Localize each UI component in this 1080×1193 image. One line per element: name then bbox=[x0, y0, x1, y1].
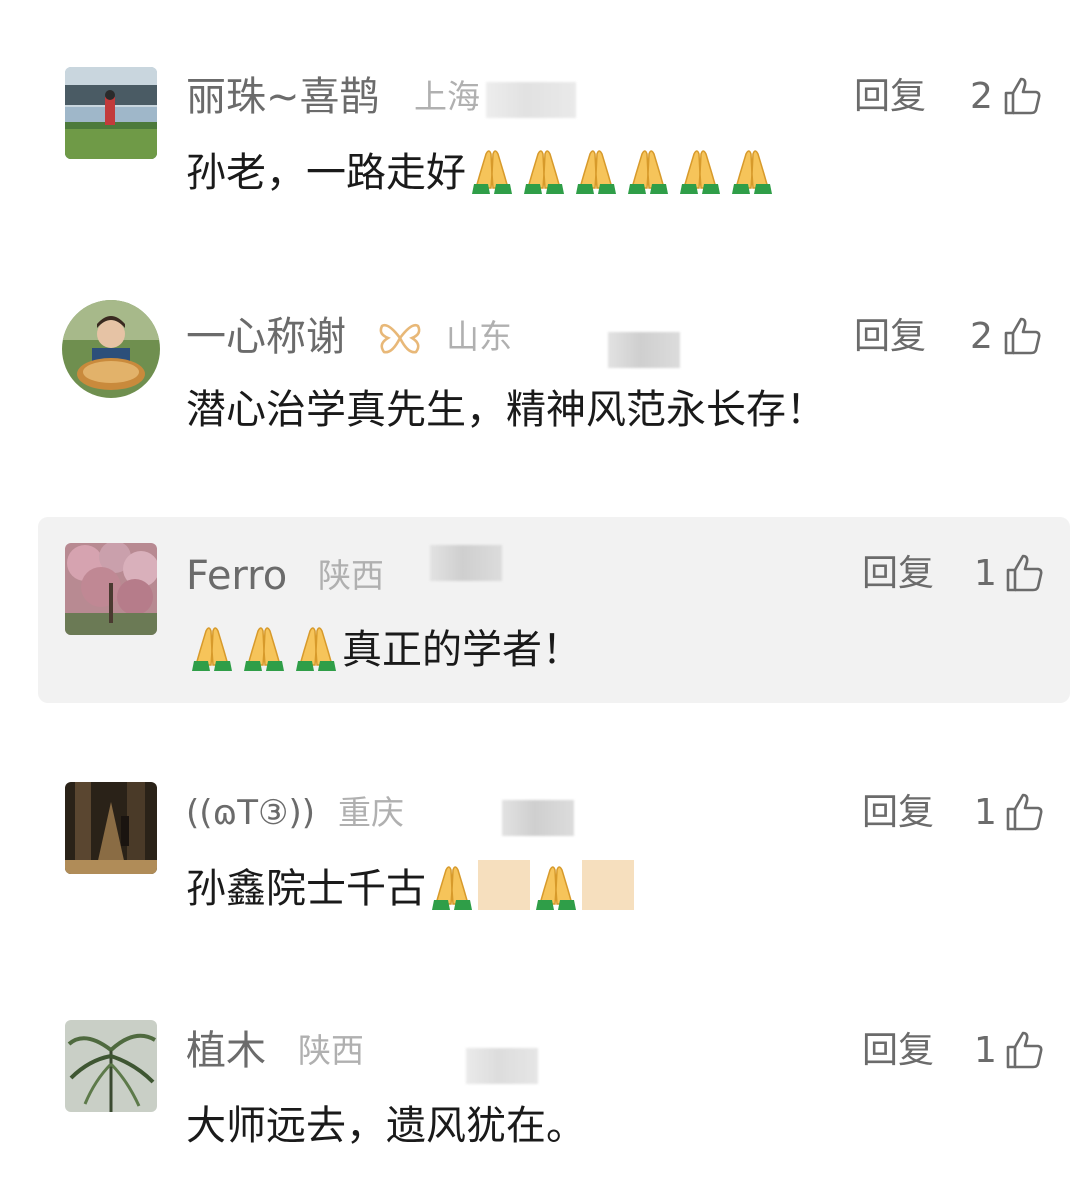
avatar[interactable] bbox=[65, 543, 157, 635]
thumbs-up-icon[interactable] bbox=[1004, 1030, 1044, 1070]
reply-button[interactable]: 回复 bbox=[854, 72, 926, 122]
user-region: 山东 bbox=[446, 317, 512, 356]
folded-hands-emoji bbox=[238, 621, 290, 671]
like-count: 1 bbox=[974, 792, 997, 833]
user-name[interactable]: 一心称谢 bbox=[186, 312, 346, 362]
folded-hands-emoji bbox=[674, 144, 726, 194]
user-name[interactable]: 植木 bbox=[186, 1026, 266, 1076]
folded-hands-emoji bbox=[426, 860, 478, 910]
redacted-info bbox=[466, 1048, 538, 1084]
folded-hands-emoji bbox=[466, 144, 518, 194]
reply-button[interactable]: 回复 bbox=[854, 312, 926, 362]
avatar[interactable] bbox=[65, 67, 157, 159]
reply-button[interactable]: 回复 bbox=[862, 788, 934, 838]
placeholder-emoji bbox=[478, 860, 530, 910]
placeholder-emoji bbox=[582, 860, 634, 910]
comment-body: 孙老，一路走好 bbox=[186, 150, 466, 196]
thumbs-up-icon[interactable] bbox=[1002, 76, 1042, 116]
butterfly-badge-icon bbox=[379, 323, 421, 354]
redacted-info bbox=[430, 545, 502, 581]
like-count: 2 bbox=[970, 76, 993, 117]
comment-item: 丽珠~喜鹊 上海 回复 2 孙老，一路走好 bbox=[0, 0, 1080, 240]
folded-hands-emoji bbox=[622, 144, 674, 194]
folded-hands-emoji bbox=[518, 144, 570, 194]
comment-text: 真正的学者！ bbox=[186, 621, 582, 678]
redacted-info bbox=[502, 800, 574, 836]
user-name[interactable]: ((ɷT③)) bbox=[186, 788, 315, 838]
user-name[interactable]: 丽珠~喜鹊 bbox=[186, 72, 380, 122]
comment-body: 真正的学者！ bbox=[342, 627, 582, 673]
like-count: 1 bbox=[974, 553, 997, 594]
comment-text: 潜心治学真先生，精神风范永长存！ bbox=[186, 387, 826, 433]
thumbs-up-icon[interactable] bbox=[1004, 553, 1044, 593]
comment-item: Ferro 陕西 回复 1 真正的学者！ bbox=[0, 517, 1080, 703]
like-count: 2 bbox=[970, 316, 993, 357]
user-region: 上海 bbox=[414, 77, 480, 116]
user-region: 陕西 bbox=[298, 1031, 364, 1070]
avatar[interactable] bbox=[62, 300, 160, 398]
folded-hands-emoji bbox=[570, 144, 622, 194]
folded-hands-emoji bbox=[186, 621, 238, 671]
user-name[interactable]: Ferro bbox=[186, 551, 287, 601]
redacted-info bbox=[486, 82, 576, 118]
reply-button[interactable]: 回复 bbox=[862, 549, 934, 599]
comment-text: 大师远去，遗风犹在。 bbox=[186, 1103, 586, 1149]
redacted-info bbox=[608, 332, 680, 368]
avatar[interactable] bbox=[65, 782, 157, 874]
reply-button[interactable]: 回复 bbox=[862, 1026, 934, 1076]
thumbs-up-icon[interactable] bbox=[1002, 316, 1042, 356]
comment-text: 孙鑫院士千古 bbox=[186, 860, 634, 917]
user-region: 陕西 bbox=[318, 556, 384, 595]
like-count: 1 bbox=[974, 1030, 997, 1071]
folded-hands-emoji bbox=[530, 860, 582, 910]
folded-hands-emoji bbox=[726, 144, 778, 194]
avatar[interactable] bbox=[65, 1020, 157, 1112]
folded-hands-emoji bbox=[290, 621, 342, 671]
thumbs-up-icon[interactable] bbox=[1004, 792, 1044, 832]
comment-body: 孙鑫院士千古 bbox=[186, 866, 426, 912]
comment-text: 孙老，一路走好 bbox=[186, 144, 778, 201]
user-region: 重庆 bbox=[338, 793, 404, 832]
